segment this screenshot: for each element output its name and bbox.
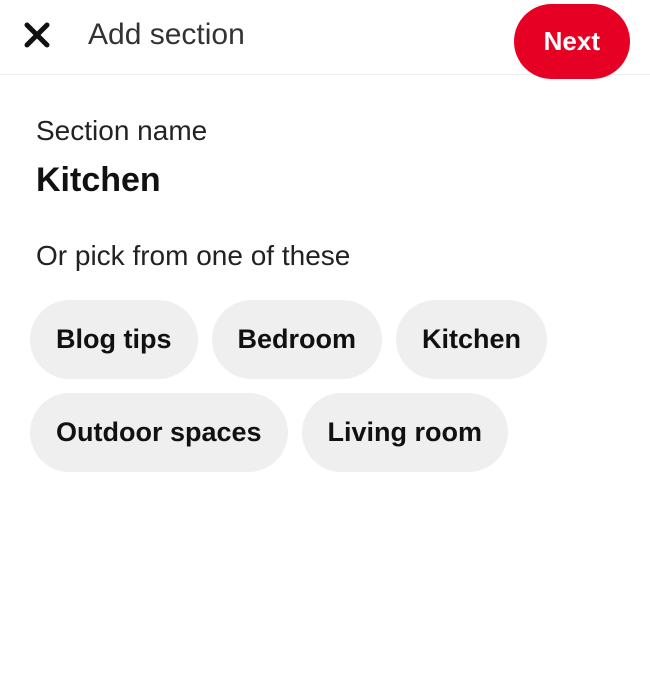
suggestion-chip[interactable]: Bedroom <box>212 300 383 379</box>
suggestions-container: Blog tips Bedroom Kitchen Outdoor spaces… <box>30 300 614 472</box>
header: Add section Next <box>0 0 650 75</box>
page-title: Add section <box>88 18 245 52</box>
suggestion-chip[interactable]: Outdoor spaces <box>30 393 288 472</box>
suggestion-chip[interactable]: Kitchen <box>396 300 547 379</box>
content: Section name Or pick from one of these B… <box>0 75 650 512</box>
pick-from-label: Or pick from one of these <box>36 240 614 272</box>
suggestion-chip[interactable]: Blog tips <box>30 300 198 379</box>
close-icon[interactable] <box>20 18 54 52</box>
section-name-input[interactable] <box>36 161 614 200</box>
next-button[interactable]: Next <box>514 4 630 79</box>
suggestion-chip[interactable]: Living room <box>302 393 509 472</box>
section-name-label: Section name <box>36 115 614 147</box>
